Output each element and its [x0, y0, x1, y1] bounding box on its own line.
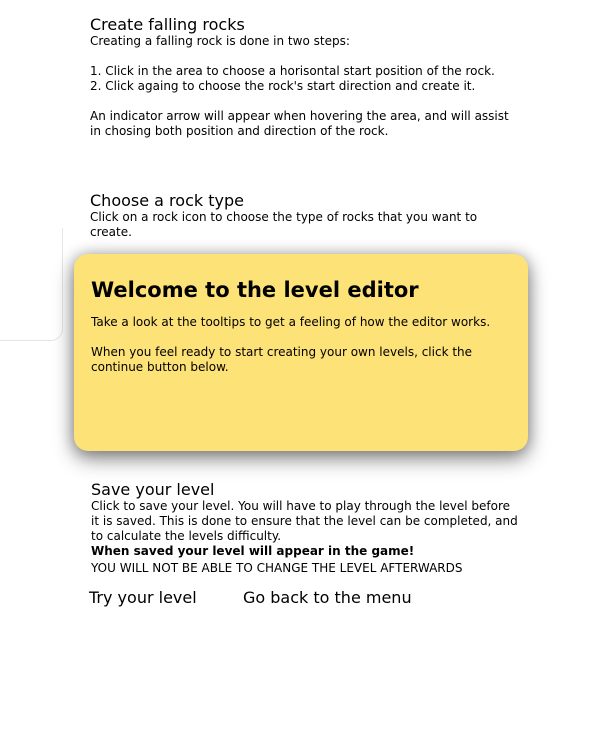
save-level-tooltip: Save your level Click to save your level…	[91, 481, 521, 576]
falling-rocks-tooltip: Create falling rocks Creating a falling …	[90, 16, 520, 139]
welcome-popup: Welcome to the level editor Take a look …	[74, 254, 528, 451]
falling-rocks-heading: Create falling rocks	[90, 15, 245, 34]
save-level-note: When saved your level will appear in the…	[91, 544, 415, 558]
try-level-button[interactable]: Try your level	[89, 588, 197, 608]
welcome-popup-title: Welcome to the level editor	[91, 278, 419, 302]
rock-type-heading: Choose a rock type	[90, 191, 244, 210]
save-level-instructions: Click to save your level. You will have …	[91, 499, 518, 543]
back-to-menu-button[interactable]: Go back to the menu	[243, 588, 412, 608]
save-level-warning: YOU WILL NOT BE ABLE TO CHANGE THE LEVEL…	[91, 561, 463, 575]
falling-rocks-instructions: Creating a falling rock is done in two s…	[90, 34, 509, 138]
welcome-popup-text: Take a look at the tooltips to get a fee…	[91, 315, 491, 374]
tooltip-bracket-divider	[0, 228, 63, 341]
rock-type-instructions: Click on a rock icon to choose the type …	[90, 210, 478, 239]
editor-actions: Try your level Go back to the menu	[89, 588, 509, 608]
save-level-heading: Save your level	[91, 480, 215, 499]
rock-type-tooltip: Choose a rock type Click on a rock icon …	[90, 192, 520, 240]
level-editor-page: Create falling rocks Creating a falling …	[0, 0, 600, 750]
